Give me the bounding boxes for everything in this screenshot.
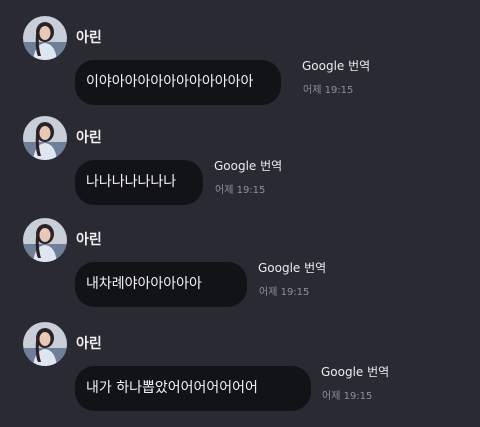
sender-name[interactable]: 아린: [76, 29, 102, 47]
google-translate-link[interactable]: Google 번역: [258, 260, 326, 276]
avatar[interactable]: [23, 322, 67, 366]
message-timestamp: 어제 19:15: [303, 85, 354, 96]
google-translate-link[interactable]: Google 번역: [302, 58, 370, 74]
message-timestamp: 어제 19:15: [259, 287, 310, 298]
avatar[interactable]: [23, 116, 67, 160]
chat-message: 아린 내가 하나뽑았어어어어어어어 Google 번역 어제 19:15: [0, 322, 480, 427]
message-bubble[interactable]: 내차례야아아아아아: [75, 262, 247, 307]
message-timestamp: 어제 19:15: [215, 185, 266, 196]
chat-message: 아린 내차례야아아아아아 Google 번역 어제 19:15: [0, 218, 480, 323]
google-translate-link[interactable]: Google 번역: [321, 364, 389, 380]
google-translate-link[interactable]: Google 번역: [214, 158, 282, 174]
message-bubble[interactable]: 내가 하나뽑았어어어어어어어: [75, 366, 311, 411]
sender-name[interactable]: 아린: [76, 129, 102, 147]
sender-name[interactable]: 아린: [76, 335, 102, 353]
chat-message: 아린 나나나나나나나 Google 번역 어제 19:15: [0, 116, 480, 221]
avatar[interactable]: [23, 16, 67, 60]
message-bubble[interactable]: 이야아아아아아아아아아아아: [75, 60, 281, 105]
sender-name[interactable]: 아린: [76, 231, 102, 249]
message-bubble[interactable]: 나나나나나나나: [75, 160, 203, 205]
message-timestamp: 어제 19:15: [322, 391, 373, 402]
avatar[interactable]: [23, 218, 67, 262]
chat-message: 아린 이야아아아아아아아아아아아 Google 번역 어제 19:15: [0, 16, 480, 121]
